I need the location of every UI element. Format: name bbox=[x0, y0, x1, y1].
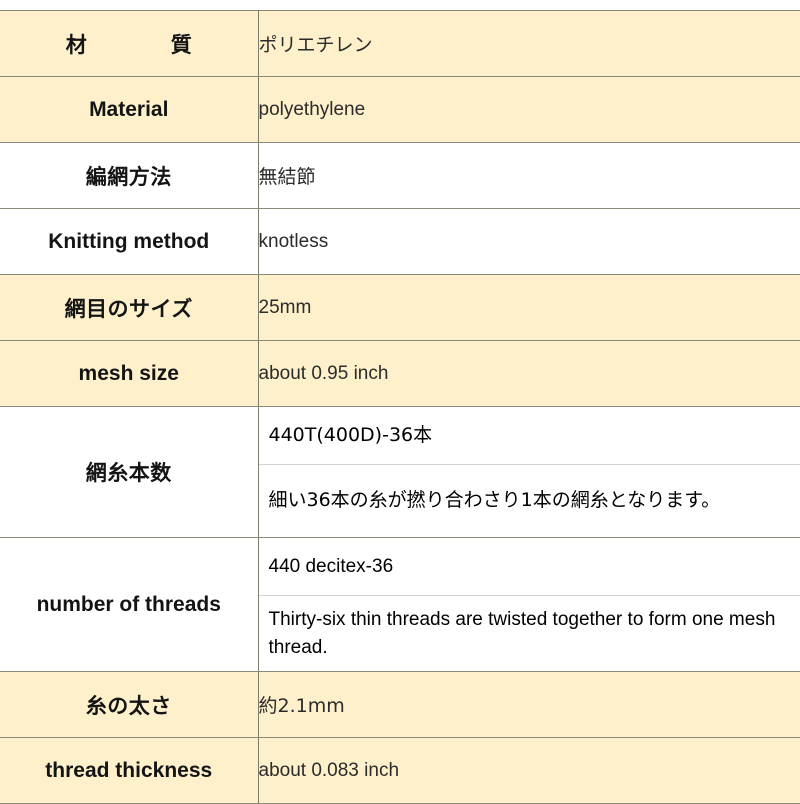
row-value-line: 440T(400D)-36本 bbox=[259, 407, 800, 465]
row-value-text: 約2.1mm bbox=[259, 695, 345, 717]
row-label-mesh-size-ja: 網目のサイズ bbox=[0, 275, 258, 341]
specification-sheet: 材 質 ポリエチレン Material polyethylene 編網方法 無結節 Knit… bbox=[0, 10, 800, 804]
row-label-thread-thickness-ja: 糸の太さ bbox=[0, 672, 258, 738]
row-label-material-ja: 材 質 bbox=[0, 11, 258, 77]
row-value-stack: 440 decitex-36 Thirty-six thin threads ar… bbox=[259, 538, 800, 671]
row-value-text: Thirty-six thin threads are twisted toge… bbox=[269, 606, 791, 661]
row-value-material-ja: ポリエチレン bbox=[258, 11, 800, 77]
row-value-text: 440 decitex-36 bbox=[269, 553, 394, 581]
row-label-text: 網目のサイズ bbox=[65, 293, 193, 323]
row-value-line: 440 decitex-36 bbox=[259, 538, 800, 596]
row-value-text: polyethylene bbox=[259, 99, 366, 120]
row-label-wrapper: 網目のサイズ bbox=[0, 293, 258, 323]
table-row: thread thickness about 0.083 inch bbox=[0, 738, 800, 804]
row-label-text: 材 質 bbox=[52, 29, 206, 59]
table-row: mesh size about 0.95 inch bbox=[0, 341, 800, 407]
row-value-line: Thirty-six thin threads are twisted toge… bbox=[259, 596, 800, 671]
row-label-number-of-threads-en: number of threads bbox=[0, 538, 258, 672]
row-label-number-of-threads-ja: 網糸本数 bbox=[0, 407, 258, 538]
row-value-mesh-size-en: about 0.95 inch bbox=[258, 341, 800, 407]
row-label-text: Material bbox=[89, 98, 168, 122]
table-row: 編網方法 無結節 bbox=[0, 143, 800, 209]
row-value-text: knotless bbox=[259, 231, 329, 252]
table-row: number of threads 440 decitex-36 Thirty-si… bbox=[0, 538, 800, 672]
row-label-wrapper: 糸の太さ bbox=[0, 690, 258, 720]
row-value-text: 細い36本の糸が撚り合わさり1本の網糸となります。 bbox=[269, 487, 721, 515]
row-value-material-en: polyethylene bbox=[258, 77, 800, 143]
row-label-text: 糸の太さ bbox=[86, 690, 172, 720]
row-label-thread-thickness-en: thread thickness bbox=[0, 738, 258, 804]
row-value-text: 25mm bbox=[259, 297, 312, 318]
specification-table: 材 質 ポリエチレン Material polyethylene 編網方法 無結節 Knit… bbox=[0, 10, 800, 804]
row-value-thread-thickness-ja: 約2.1mm bbox=[258, 672, 800, 738]
row-value-mesh-size-ja: 25mm bbox=[258, 275, 800, 341]
table-row: 網糸本数 440T(400D)-36本細い36本の糸が撚り合わさり1本の網糸となり… bbox=[0, 407, 800, 538]
row-label-text: 網糸本数 bbox=[86, 457, 172, 487]
row-label-text: 編網方法 bbox=[86, 161, 172, 191]
row-label-mesh-size-en: mesh size bbox=[0, 341, 258, 407]
row-value-text: 無結節 bbox=[259, 166, 316, 188]
row-label-wrapper: number of threads bbox=[0, 593, 258, 617]
row-value-text: ポリエチレン bbox=[259, 34, 373, 56]
row-value-text: about 0.95 inch bbox=[259, 363, 389, 384]
row-label-material-en: Material bbox=[0, 77, 258, 143]
table-row: 糸の太さ 約2.1mm bbox=[0, 672, 800, 738]
specification-table-body: 材 質 ポリエチレン Material polyethylene 編網方法 無結節 Knit… bbox=[0, 11, 800, 804]
row-label-wrapper: Material bbox=[0, 98, 258, 122]
row-label-wrapper: 網糸本数 bbox=[0, 457, 258, 487]
row-label-text: Knitting method bbox=[48, 230, 209, 254]
row-value-text: about 0.083 inch bbox=[259, 760, 400, 781]
row-value-number-of-threads-ja: 440T(400D)-36本細い36本の糸が撚り合わさり1本の網糸となります。 bbox=[258, 407, 800, 538]
table-row: Knitting method knotless bbox=[0, 209, 800, 275]
row-value-text: 440T(400D)-36本 bbox=[269, 422, 433, 450]
row-value-thread-thickness-en: about 0.083 inch bbox=[258, 738, 800, 804]
row-label-text: thread thickness bbox=[45, 759, 212, 783]
table-row: Material polyethylene bbox=[0, 77, 800, 143]
row-value-stack: 440T(400D)-36本細い36本の糸が撚り合わさり1本の網糸となります。 bbox=[259, 407, 800, 537]
row-value-knitting-method-en: knotless bbox=[258, 209, 800, 275]
row-value-knitting-method-ja: 無結節 bbox=[258, 143, 800, 209]
row-label-wrapper: Knitting method bbox=[0, 230, 258, 254]
row-label-knitting-method-en: Knitting method bbox=[0, 209, 258, 275]
table-row: 材 質 ポリエチレン bbox=[0, 11, 800, 77]
row-label-wrapper: mesh size bbox=[0, 362, 258, 386]
table-row: 網目のサイズ 25mm bbox=[0, 275, 800, 341]
row-label-wrapper: 編網方法 bbox=[0, 161, 258, 191]
row-value-number-of-threads-en: 440 decitex-36 Thirty-six thin threads ar… bbox=[258, 538, 800, 672]
row-label-text: number of threads bbox=[37, 593, 221, 617]
row-label-wrapper: 材 質 bbox=[0, 29, 258, 59]
row-label-knitting-method-ja: 編網方法 bbox=[0, 143, 258, 209]
row-label-text: mesh size bbox=[79, 362, 179, 386]
row-value-line: 細い36本の糸が撚り合わさり1本の網糸となります。 bbox=[259, 465, 800, 537]
row-label-wrapper: thread thickness bbox=[0, 759, 258, 783]
